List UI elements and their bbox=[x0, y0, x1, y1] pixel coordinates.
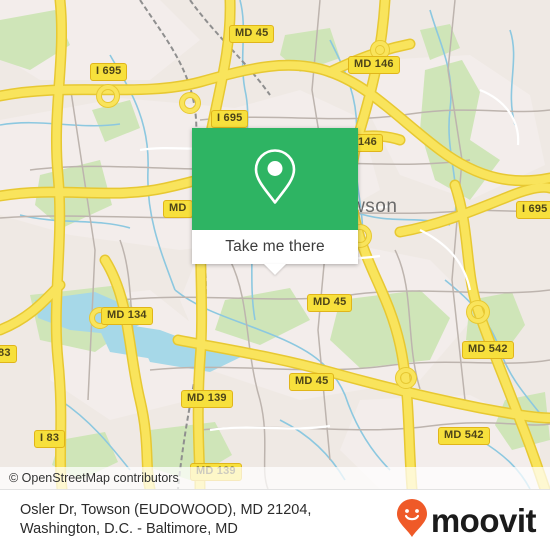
popup-pointer-tail bbox=[264, 264, 286, 275]
moovit-smiley-pin-icon bbox=[396, 498, 428, 543]
moovit-map-screenshot: Towson MD 45 MD 146 I 695 I 695 146 MD I… bbox=[0, 0, 550, 550]
road-shield[interactable]: I 695 bbox=[90, 63, 128, 81]
map-attribution[interactable]: © OpenStreetMap contributors bbox=[0, 467, 550, 489]
road-shield[interactable]: I 83 bbox=[34, 430, 66, 448]
map-pin-icon bbox=[252, 147, 298, 212]
take-me-there-button[interactable]: Take me there bbox=[192, 230, 358, 275]
road-shield[interactable]: MD 45 bbox=[307, 294, 353, 312]
take-me-there-label: Take me there bbox=[225, 238, 325, 255]
road-shield[interactable]: I 695 bbox=[211, 110, 249, 128]
road-shield[interactable]: 83 bbox=[0, 345, 17, 363]
road-shield[interactable]: I 695 bbox=[516, 201, 550, 219]
address-text-block: Osler Dr, Towson (EUDOWOOD), MD 21204, W… bbox=[20, 501, 311, 539]
road-shield[interactable]: MD 45 bbox=[229, 25, 275, 43]
address-line-1: Osler Dr, Towson (EUDOWOOD), MD 21204, bbox=[20, 502, 312, 518]
road-shield[interactable]: MD 146 bbox=[348, 56, 400, 74]
moovit-pin-glyph bbox=[396, 498, 427, 537]
address-line-2: Washington, D.C. - Baltimore, MD bbox=[20, 521, 238, 537]
road-shield[interactable]: MD 542 bbox=[438, 427, 490, 445]
road-shield[interactable]: MD 134 bbox=[101, 307, 153, 325]
address-footer: Osler Dr, Towson (EUDOWOOD), MD 21204, W… bbox=[0, 489, 550, 550]
moovit-wordmark: moovit bbox=[430, 501, 537, 539]
road-shield[interactable]: MD 45 bbox=[289, 373, 335, 391]
road-shield[interactable]: MD bbox=[163, 200, 193, 218]
destination-popup-card[interactable]: Take me there bbox=[192, 128, 358, 275]
map-pin-glyph bbox=[254, 149, 296, 204]
road-shield[interactable]: MD 542 bbox=[462, 341, 514, 359]
road-shield[interactable]: MD 139 bbox=[181, 390, 233, 408]
moovit-logo[interactable]: moovit bbox=[396, 498, 537, 543]
popup-header bbox=[192, 128, 358, 230]
